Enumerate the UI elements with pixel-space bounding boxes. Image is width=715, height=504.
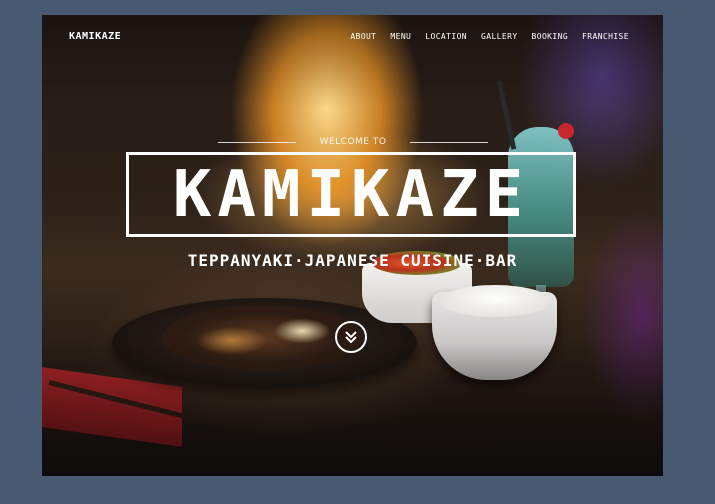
welcome-divider-right bbox=[410, 141, 488, 143]
hero-section: KAMIKAZE ABOUT MENU LOCATION GALLERY BOO… bbox=[42, 15, 663, 476]
nav-item-menu[interactable]: MENU bbox=[390, 32, 411, 41]
hero-title: KAMIKAZE bbox=[172, 157, 530, 232]
nav-item-about[interactable]: ABOUT bbox=[350, 32, 376, 41]
nav-item-franchise[interactable]: FRANCHISE bbox=[582, 32, 629, 41]
welcome-divider-left bbox=[218, 141, 296, 143]
scroll-down-button[interactable] bbox=[335, 321, 367, 353]
nav-item-location[interactable]: LOCATION bbox=[425, 32, 467, 41]
nav-item-gallery[interactable]: GALLERY bbox=[481, 32, 518, 41]
nav-item-booking[interactable]: BOOKING bbox=[532, 32, 569, 41]
hero-title-box: KAMIKAZE bbox=[126, 152, 576, 237]
hero-subtitle: TEPPANYAKI·JAPANESE CUISINE·BAR bbox=[187, 251, 518, 270]
brand-logo[interactable]: KAMIKAZE bbox=[69, 31, 121, 42]
main-nav: ABOUT MENU LOCATION GALLERY BOOKING FRAN… bbox=[350, 32, 629, 41]
welcome-text: WELCOME TO bbox=[319, 137, 387, 147]
welcome-row: WELCOME TO bbox=[218, 135, 488, 149]
double-chevron-down-icon bbox=[345, 331, 357, 344]
hero-overlay bbox=[42, 15, 663, 476]
